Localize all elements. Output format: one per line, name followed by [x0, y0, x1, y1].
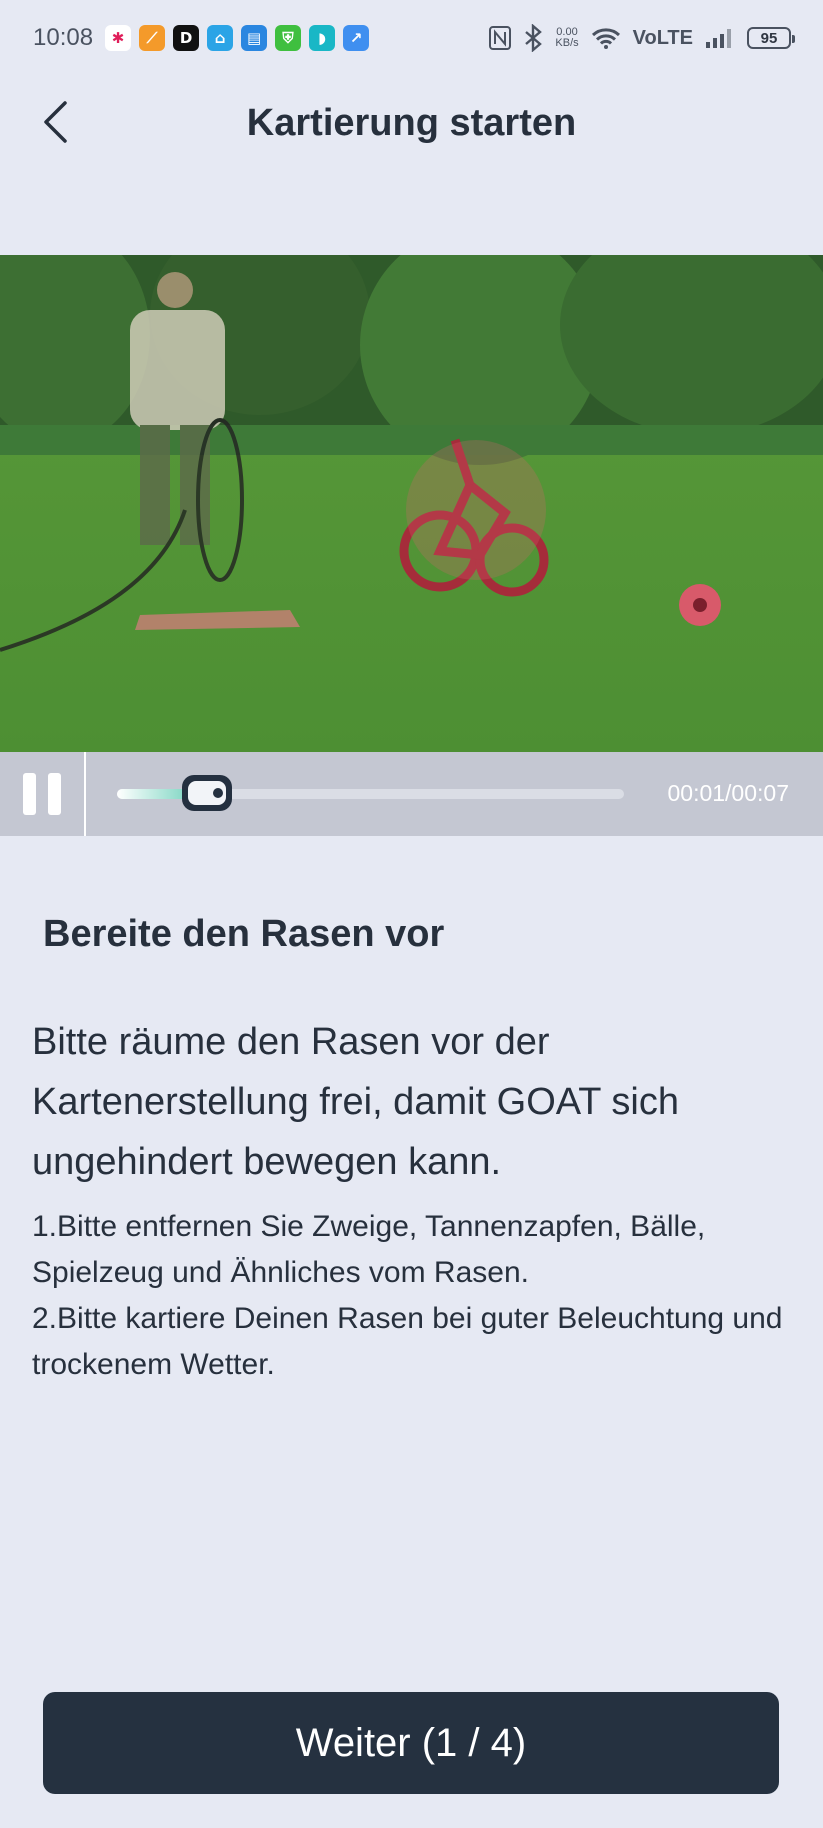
- signal-icon: [706, 29, 731, 48]
- slack-icon: ✱: [105, 25, 132, 51]
- status-bar: 10:08 ✱ ⟋ D ⌂ ▤ ⛨ ◗ ↗ 0.00 KB/s VoLTE 95: [0, 0, 823, 76]
- header: Kartierung starten: [0, 76, 823, 174]
- step-item: 2.Bitte kartiere Deinen Rasen bei guter …: [32, 1302, 791, 1381]
- pause-icon: [23, 773, 36, 815]
- battery-icon: 95: [747, 27, 795, 49]
- chart-app-icon: ↗: [343, 25, 370, 51]
- progress-thumb-robot-icon[interactable]: [180, 771, 234, 815]
- steps-list: 1.Bitte entfernen Sie Zweige, Tannenzapf…: [32, 1204, 802, 1388]
- orange-app-icon: ⟋: [139, 25, 166, 51]
- status-right: 0.00 KB/s VoLTE 95: [489, 24, 795, 52]
- page-title: Kartierung starten: [246, 102, 577, 144]
- speed-unit: KB/s: [555, 37, 579, 49]
- bluetooth-icon: [525, 24, 543, 52]
- teal-app-icon: ◗: [309, 25, 336, 51]
- bike-highlight: [406, 440, 546, 580]
- controls-divider: [84, 752, 86, 836]
- status-time: 10:08: [33, 24, 94, 51]
- lead-text: Bitte räume den Rasen vor der Kartenerst…: [32, 1021, 679, 1183]
- pause-button[interactable]: [0, 752, 84, 836]
- green-shield-app-icon: ⛨: [275, 25, 302, 51]
- next-button[interactable]: Weiter (1 / 4): [43, 1692, 779, 1794]
- video-player[interactable]: [0, 255, 823, 752]
- wifi-icon: [591, 28, 620, 49]
- blue-doc-app-icon: ▤: [241, 25, 268, 51]
- section-title: Bereite den Rasen vor: [43, 913, 445, 955]
- status-left: 10:08 ✱ ⟋ D ⌂ ▤ ⛨ ◗ ↗: [33, 24, 370, 52]
- battery-level: 95: [760, 29, 778, 47]
- pause-icon-bar: [48, 773, 61, 815]
- network-speed: 0.00 KB/s: [555, 27, 578, 49]
- d-app-icon: D: [173, 25, 200, 51]
- nfc-icon: [489, 26, 512, 50]
- step-item: 1.Bitte entfernen Sie Zweige, Tannenzapf…: [32, 1210, 714, 1289]
- volte-label: VoLTE: [632, 26, 693, 49]
- video-frame: [0, 255, 823, 752]
- video-time: 00:01/00:07: [667, 780, 789, 806]
- blue-house-app-icon: ⌂: [207, 25, 234, 51]
